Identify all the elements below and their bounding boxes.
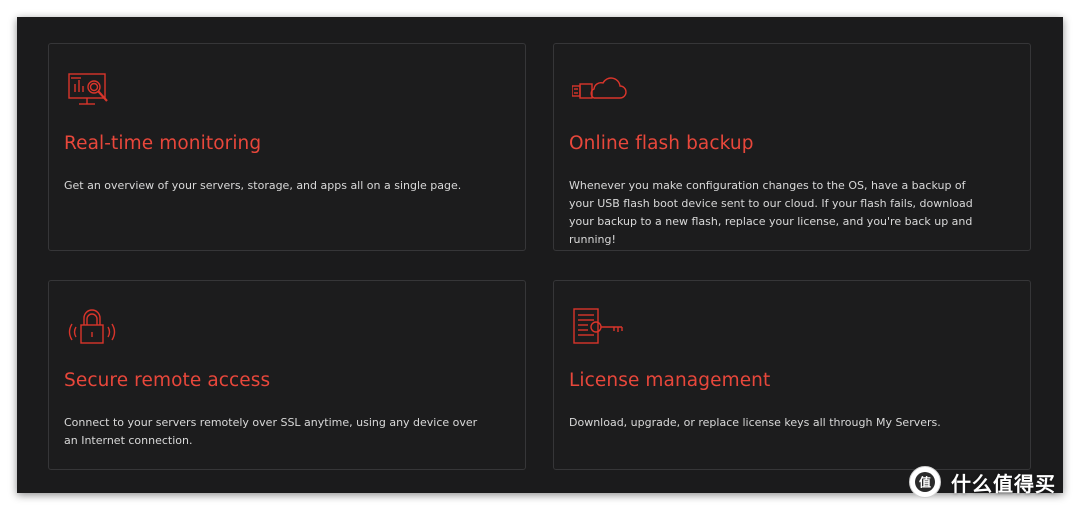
feature-card-secure-remote-access: Secure remote access Connect to your ser… xyxy=(48,280,526,470)
feature-description: Whenever you make configuration changes … xyxy=(569,179,973,246)
feature-card-license-management: License management Download, upgrade, or… xyxy=(553,280,1031,470)
feature-description: Get an overview of your servers, storage… xyxy=(64,179,462,192)
feature-title: Real-time monitoring xyxy=(64,133,262,154)
watermark-text: 什么值得买 xyxy=(951,471,1056,496)
feature-title: Secure remote access xyxy=(64,370,271,391)
smzdm-logo-icon: 值 xyxy=(909,466,941,498)
usb-cloud-icon xyxy=(571,70,627,110)
features-panel: Real-time monitoring Get an overview of … xyxy=(17,17,1063,493)
feature-description: Connect to your servers remotely over SS… xyxy=(64,416,478,447)
watermark: 值 什么值得买 xyxy=(909,466,1056,498)
feature-title: Online flash backup xyxy=(569,133,754,154)
padlock-signal-icon xyxy=(67,307,116,347)
feature-card-online-flash-backup: Online flash backup Whenever you make co… xyxy=(553,43,1031,251)
monitor-chart-icon xyxy=(67,70,115,110)
svg-text:值: 值 xyxy=(919,475,931,490)
feature-title: License management xyxy=(569,370,771,391)
document-key-icon xyxy=(572,307,623,347)
feature-card-real-time-monitoring: Real-time monitoring Get an overview of … xyxy=(48,43,526,251)
feature-description: Download, upgrade, or replace license ke… xyxy=(569,416,941,429)
